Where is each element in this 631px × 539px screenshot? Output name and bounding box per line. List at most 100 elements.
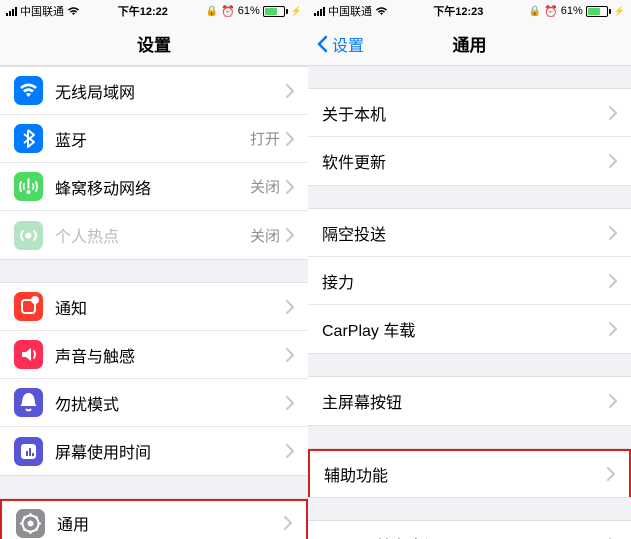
- general-row[interactable]: 接力: [308, 257, 631, 305]
- status-bar: 中国联通 下午12:22 🔒 ⏰ 61% ⚡: [0, 0, 308, 22]
- general-settings-screen: 中国联通 下午12:23 🔒 ⏰ 61% ⚡ 设置 通用 关于本机软件更新隔空投…: [308, 0, 631, 539]
- settings-row-bluetooth[interactable]: 蓝牙打开: [0, 115, 308, 163]
- lock-icon: 🔒: [206, 6, 218, 17]
- header: 设置: [0, 22, 308, 66]
- status-right: 🔒 ⏰ 61% ⚡: [529, 5, 625, 18]
- page-title: 通用: [453, 31, 487, 56]
- row-label: 无线局域网: [55, 79, 286, 103]
- row-label: 主屏幕按钮: [322, 389, 609, 413]
- row-label: 屏幕使用时间: [55, 439, 286, 463]
- battery-icon: [263, 6, 288, 17]
- row-label: 勿扰模式: [55, 391, 286, 415]
- battery-icon: [586, 6, 611, 17]
- row-label: 通知: [55, 295, 286, 319]
- charging-icon: ⚡: [614, 6, 625, 17]
- chevron-right-icon: [286, 300, 294, 314]
- row-label: 蜂窝移动网络: [55, 175, 250, 199]
- row-label: 个人热点: [55, 223, 250, 247]
- general-group: 主屏幕按钮: [308, 376, 631, 426]
- dnd-icon: [14, 388, 43, 417]
- general-row[interactable]: 关于本机: [308, 89, 631, 137]
- general-group: iPhone 储存空间: [308, 520, 631, 539]
- row-label: iPhone 储存空间: [322, 533, 609, 539]
- chevron-right-icon: [286, 84, 294, 98]
- settings-row-sound[interactable]: 声音与触感: [0, 331, 308, 379]
- chevron-right-icon: [609, 154, 617, 168]
- settings-group: 通用控制中心AA显示与亮度墙纸: [0, 498, 308, 539]
- chevron-right-icon: [286, 444, 294, 458]
- row-value: 关闭: [250, 225, 280, 246]
- settings-main-screen: 中国联通 下午12:22 🔒 ⏰ 61% ⚡ 设置 无线局域网蓝牙打开蜂窝移动网…: [0, 0, 308, 539]
- battery-percent: 61%: [238, 5, 260, 17]
- general-row[interactable]: 辅助功能: [308, 449, 631, 497]
- wifi-status-icon: [375, 6, 388, 16]
- chevron-right-icon: [286, 228, 294, 242]
- carrier-label: 中国联通: [20, 3, 64, 19]
- hotspot-icon: [14, 221, 43, 250]
- bluetooth-icon: [14, 124, 43, 153]
- row-label: CarPlay 车载: [322, 317, 609, 341]
- general-group: 辅助功能: [308, 448, 631, 498]
- general-row[interactable]: 隔空投送: [308, 209, 631, 257]
- chevron-right-icon: [286, 132, 294, 146]
- general-list[interactable]: 关于本机软件更新隔空投送接力 CarPlay 车载主屏幕按钮辅助功能 iPhone …: [308, 66, 631, 539]
- chevron-right-icon: [286, 348, 294, 362]
- settings-row-general[interactable]: 通用: [0, 499, 308, 539]
- alarm-icon: ⏰: [221, 5, 235, 18]
- settings-list[interactable]: 无线局域网蓝牙打开蜂窝移动网络关闭个人热点关闭通知声音与触感勿扰模式屏幕使用时间…: [0, 66, 308, 539]
- charging-icon: ⚡: [291, 6, 302, 17]
- wifi-status-icon: [67, 6, 80, 16]
- general-row[interactable]: CarPlay 车载: [308, 305, 631, 353]
- status-left: 中国联通: [6, 3, 80, 19]
- notify-icon: [14, 292, 43, 321]
- row-value: 打开: [250, 128, 280, 149]
- status-left: 中国联通: [314, 3, 388, 19]
- lock-icon: 🔒: [529, 6, 541, 17]
- alarm-icon: ⏰: [544, 5, 558, 18]
- general-row[interactable]: 主屏幕按钮: [308, 377, 631, 425]
- status-right: 🔒 ⏰ 61% ⚡: [206, 5, 302, 18]
- chevron-right-icon: [286, 180, 294, 194]
- chevron-right-icon: [609, 226, 617, 240]
- cellular-icon: [14, 172, 43, 201]
- row-label: 关于本机: [322, 101, 609, 125]
- row-label: 接力: [322, 269, 609, 293]
- chevron-right-icon: [609, 106, 617, 120]
- chevron-right-icon: [609, 394, 617, 408]
- screentime-icon: [14, 437, 43, 466]
- page-title: 设置: [137, 31, 171, 56]
- back-button[interactable]: 设置: [316, 32, 364, 56]
- settings-row-screentime[interactable]: 屏幕使用时间: [0, 427, 308, 475]
- settings-group: 无线局域网蓝牙打开蜂窝移动网络关闭个人热点关闭: [0, 66, 308, 260]
- row-label: 蓝牙: [55, 127, 250, 151]
- signal-icon: [6, 6, 17, 16]
- chevron-right-icon: [609, 322, 617, 336]
- chevron-right-icon: [284, 516, 292, 530]
- general-row[interactable]: iPhone 储存空间: [308, 521, 631, 539]
- row-value: 关闭: [250, 176, 280, 197]
- status-time: 下午12:22: [118, 3, 168, 19]
- signal-icon: [314, 6, 325, 16]
- general-group: 关于本机软件更新: [308, 88, 631, 186]
- settings-row-dnd[interactable]: 勿扰模式: [0, 379, 308, 427]
- row-label: 通用: [57, 511, 284, 535]
- settings-row-cellular[interactable]: 蜂窝移动网络关闭: [0, 163, 308, 211]
- row-label: 隔空投送: [322, 221, 609, 245]
- row-label: 软件更新: [322, 149, 609, 173]
- settings-row-wifi[interactable]: 无线局域网: [0, 67, 308, 115]
- row-label: 声音与触感: [55, 343, 286, 367]
- wifi-icon: [14, 76, 43, 105]
- settings-row-hotspot[interactable]: 个人热点关闭: [0, 211, 308, 259]
- chevron-right-icon: [607, 467, 615, 481]
- row-label: 辅助功能: [324, 462, 607, 486]
- general-group: 隔空投送接力 CarPlay 车载: [308, 208, 631, 354]
- header: 设置 通用: [308, 22, 631, 66]
- battery-percent: 61%: [561, 5, 583, 17]
- chevron-right-icon: [609, 274, 617, 288]
- sound-icon: [14, 340, 43, 369]
- settings-row-notify[interactable]: 通知: [0, 283, 308, 331]
- general-row[interactable]: 软件更新: [308, 137, 631, 185]
- settings-group: 通知声音与触感勿扰模式屏幕使用时间: [0, 282, 308, 476]
- carrier-label: 中国联通: [328, 3, 372, 19]
- status-time: 下午12:23: [433, 3, 483, 19]
